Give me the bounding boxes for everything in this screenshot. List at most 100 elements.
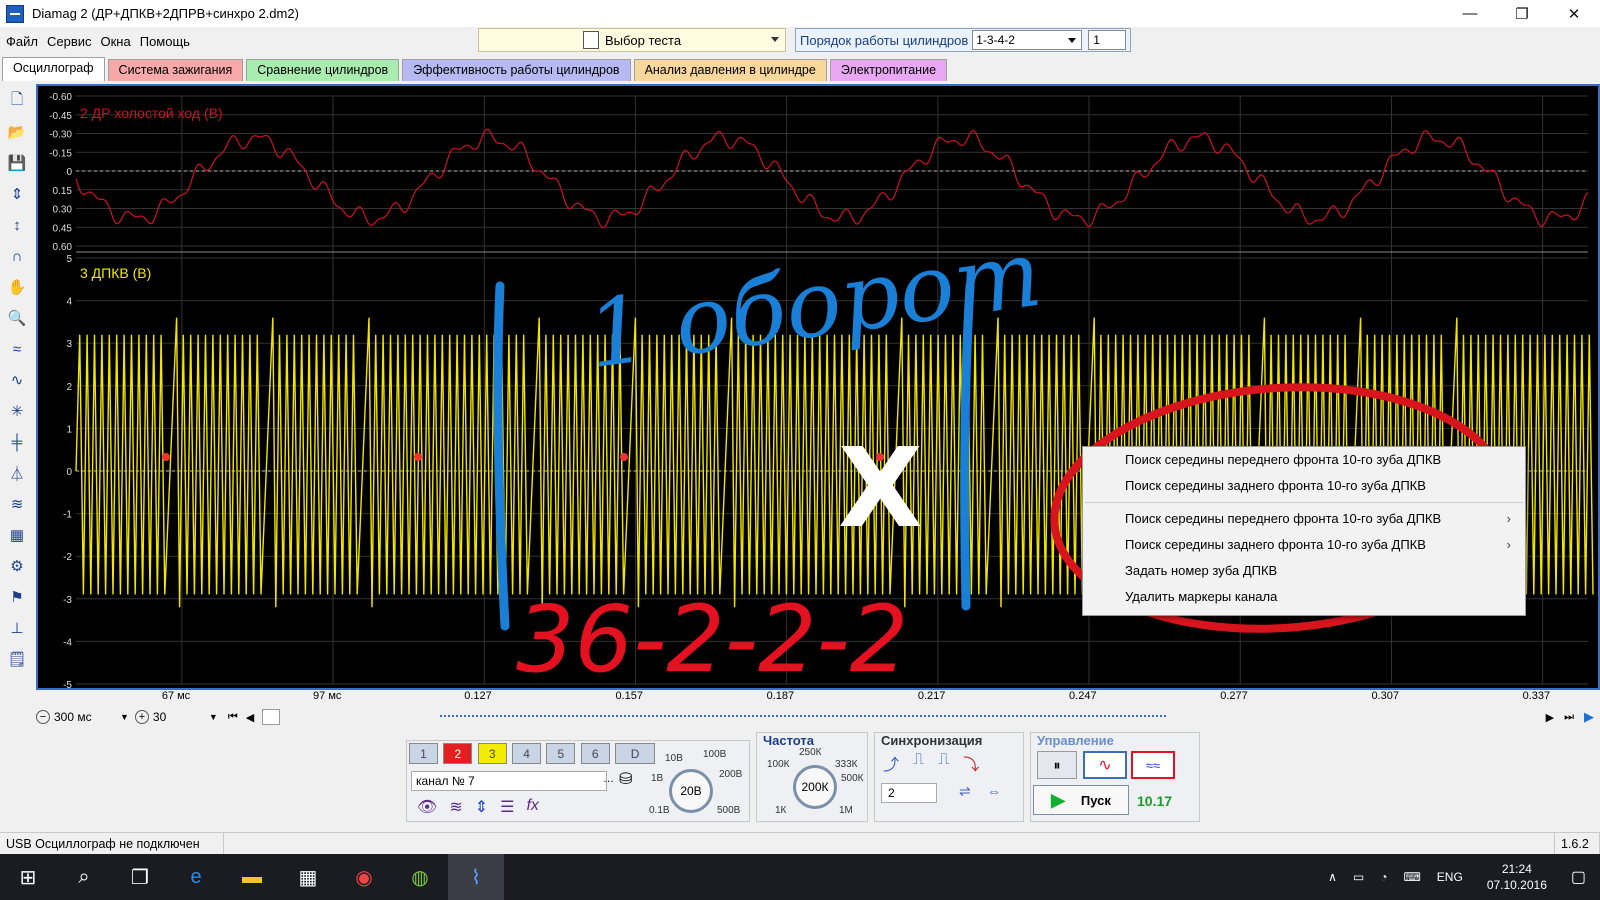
menu-service[interactable]: Сервис: [41, 34, 95, 49]
zoom-icon[interactable]: 🔍: [4, 304, 30, 332]
hand-icon[interactable]: ✋: [4, 273, 30, 301]
more-icon[interactable]: …: [603, 773, 614, 785]
channel-5-button[interactable]: 5: [546, 743, 576, 764]
language-indicator[interactable]: ENG: [1429, 870, 1471, 884]
open-folder-icon[interactable]: 📂: [4, 118, 30, 146]
waves-icon[interactable]: ≈: [4, 335, 30, 363]
channel-name-input[interactable]: канал № 7: [411, 771, 607, 791]
keyboard-icon[interactable]: ⌨: [1395, 870, 1428, 884]
store-icon[interactable]: ▦: [280, 854, 336, 900]
clock[interactable]: 21:24 07.10.2016: [1471, 861, 1563, 893]
battery-icon[interactable]: ▭: [1345, 870, 1372, 884]
waves-icon-2[interactable]: ∿: [4, 366, 30, 394]
tab-cylinder-efficiency[interactable]: Эффективность работы цилиндров: [402, 59, 631, 81]
sync-channel-select[interactable]: 2: [881, 783, 937, 803]
channel-2-button[interactable]: 2: [443, 743, 473, 764]
start-button[interactable]: ▶ Пуск: [1033, 785, 1129, 815]
auto-icon[interactable]: ⚙: [4, 552, 30, 580]
next-icon[interactable]: ▶: [1546, 711, 1554, 724]
marker-dot[interactable]: [414, 453, 422, 461]
minimize-button[interactable]: —: [1444, 0, 1496, 27]
cylinder-spin-input[interactable]: 1: [1088, 30, 1127, 50]
notes-icon[interactable]: 🗒: [4, 645, 30, 673]
vertical-scale-icon[interactable]: ↕: [4, 211, 30, 239]
save-icon[interactable]: 💾: [4, 149, 30, 177]
cursor-lines-icon[interactable]: ╪: [4, 428, 30, 456]
auto-scale-icon[interactable]: ⇕: [4, 180, 30, 208]
tab-cylinder-compare[interactable]: Сравнение цилиндров: [246, 59, 400, 81]
continuous-mode-button[interactable]: ≈≈: [1131, 751, 1175, 779]
task-view-icon[interactable]: ❐: [112, 854, 168, 900]
app-green-icon[interactable]: ◍: [392, 854, 448, 900]
sync-fall-icon[interactable]: ⎍: [938, 751, 949, 775]
notifications-icon[interactable]: ▢: [1563, 867, 1600, 887]
channel-3-button[interactable]: 3: [477, 743, 507, 764]
sync-level-icon[interactable]: ⇌: [959, 783, 971, 800]
sync-auto-icon[interactable]: ⤵: [963, 751, 979, 775]
scroll-thumb[interactable]: [262, 709, 281, 725]
crosshair-icon[interactable]: ✳: [4, 397, 30, 425]
chrome-icon[interactable]: ◉: [336, 854, 392, 900]
zoom-in-icon[interactable]: +: [134, 710, 149, 724]
search-icon[interactable]: ⌕: [56, 854, 112, 900]
channel-6-button[interactable]: 6: [580, 743, 610, 764]
windows-start-icon[interactable]: ⊞: [0, 854, 56, 900]
invert-icon[interactable]: ≋: [449, 797, 462, 817]
marker-dot[interactable]: [162, 453, 170, 461]
marker-dot[interactable]: [620, 453, 628, 461]
filter-icon[interactable]: ⏃: [4, 459, 30, 487]
horizontal-scrollbar[interactable]: [440, 715, 1166, 719]
tab-oscilloscope[interactable]: Осциллограф: [2, 57, 105, 81]
close-button[interactable]: ✕: [1548, 0, 1600, 27]
function-icon[interactable]: fx: [526, 797, 538, 817]
tab-power-supply[interactable]: Электропитание: [829, 59, 948, 81]
timebase-select[interactable]: 300 мс: [50, 710, 120, 724]
tab-ignition[interactable]: Система зажигания: [107, 59, 244, 81]
prev-icon[interactable]: ◀: [246, 711, 254, 724]
frequency-knob[interactable]: 200К: [793, 765, 837, 809]
test-select-dropdown[interactable]: Выбор теста: [478, 28, 786, 52]
sync-center-icon[interactable]: ⇔: [987, 783, 1001, 799]
diamag-taskbar-icon[interactable]: ⌇: [448, 854, 504, 900]
wifi-icon[interactable]: ◔: [1372, 870, 1395, 884]
channel-icon[interactable]: ≋: [4, 490, 30, 518]
lines-icon[interactable]: ☰: [500, 797, 514, 817]
channel-4-button[interactable]: 4: [512, 743, 542, 764]
zoom-out-icon[interactable]: −: [36, 710, 50, 724]
tab-pressure-analysis[interactable]: Анализ давления в цилиндре: [633, 59, 827, 81]
chevron-up-icon[interactable]: ∧: [1320, 870, 1345, 884]
play-icon[interactable]: ▶: [1584, 709, 1594, 725]
channel-settings-icon[interactable]: ⛁: [619, 769, 632, 789]
context-menu-item[interactable]: Поиск середины заднего фронта 10-го зуба…: [1083, 473, 1525, 499]
new-file-icon[interactable]: 🗋: [4, 87, 30, 115]
grid-icon[interactable]: ▦: [4, 521, 30, 549]
restore-button[interactable]: ❐: [1496, 0, 1548, 27]
offset-icon[interactable]: ⇕: [475, 797, 488, 817]
zero-icon[interactable]: ⊥: [4, 614, 30, 642]
voltage-knob[interactable]: 20В: [669, 769, 713, 813]
chevron-down-icon[interactable]: ▼: [120, 712, 129, 722]
count-select[interactable]: 30: [149, 710, 209, 724]
channel-1-button[interactable]: 1: [409, 743, 438, 764]
curve-icon[interactable]: ∩: [4, 242, 30, 270]
edge-icon[interactable]: e: [168, 854, 224, 900]
flag-icon[interactable]: ⚑: [4, 583, 30, 611]
last-page-icon[interactable]: ⏭: [1564, 711, 1574, 724]
context-menu-item[interactable]: Поиск середины заднего фронта 10-го зуба…: [1083, 532, 1525, 558]
menu-windows[interactable]: Окна: [95, 34, 134, 49]
cylinder-order-select[interactable]: 1-3-4-2: [972, 30, 1083, 50]
eye-icon[interactable]: 👁: [417, 797, 437, 817]
menu-file[interactable]: Файл: [0, 34, 41, 49]
channel-digital-button[interactable]: D: [615, 743, 656, 764]
pause-button[interactable]: ⏸: [1037, 751, 1077, 779]
chevron-down-icon[interactable]: ▼: [209, 712, 218, 722]
menu-help[interactable]: Помощь: [134, 34, 193, 49]
sync-rise-icon[interactable]: ⤴: [883, 751, 899, 775]
context-menu-item[interactable]: Поиск середины переднего фронта 10-го зу…: [1083, 506, 1525, 532]
context-menu-item[interactable]: Задать номер зуба ДПКВ: [1083, 558, 1525, 584]
single-mode-button[interactable]: ∿: [1083, 751, 1127, 779]
sync-front-icon[interactable]: ⎍: [913, 751, 924, 775]
context-menu-item[interactable]: Поиск середины переднего фронта 10-го зу…: [1083, 447, 1525, 473]
context-menu-item[interactable]: Удалить маркеры канала: [1083, 584, 1525, 610]
first-page-icon[interactable]: ⏮: [228, 711, 238, 724]
